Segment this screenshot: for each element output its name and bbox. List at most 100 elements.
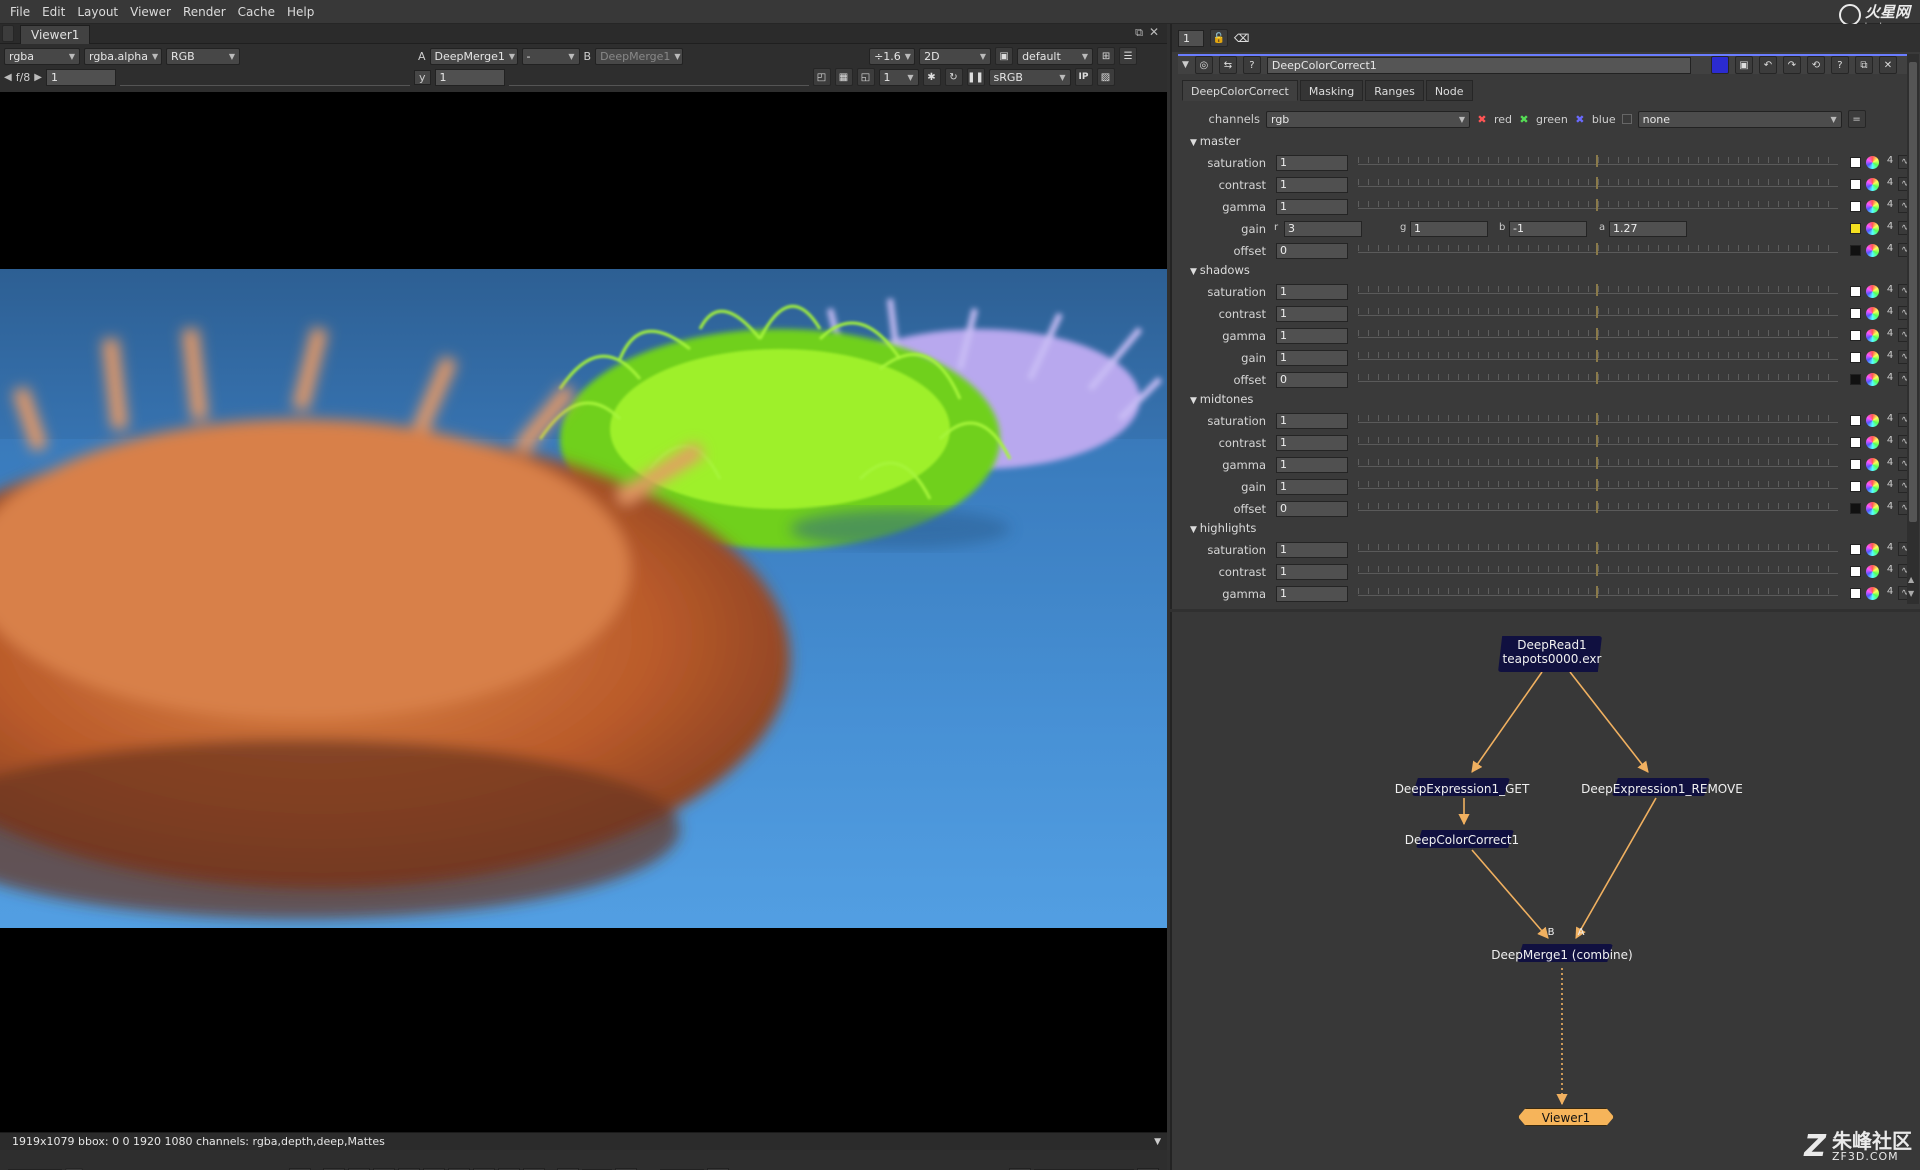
channel-count-icon[interactable]: 4	[1884, 501, 1896, 512]
knob-slider[interactable]	[1358, 435, 1838, 451]
slider-handle[interactable]	[1596, 306, 1598, 318]
color-swatch[interactable]	[1850, 588, 1861, 599]
deepcolorcorrect-node[interactable]: DeepColorCorrect1	[1372, 833, 1552, 847]
channel-count-icon[interactable]: 4	[1884, 435, 1896, 446]
slider-handle[interactable]	[1596, 199, 1598, 211]
properties-scrollbar[interactable]: ▲ ▼	[1907, 54, 1919, 604]
color-swatch[interactable]	[1850, 459, 1861, 470]
knob-value-field[interactable]: 0	[1276, 243, 1348, 259]
scroll-thumb[interactable]	[1909, 62, 1917, 522]
redo-icon[interactable]: ↷	[1782, 56, 1801, 74]
color-wheel-icon[interactable]	[1866, 543, 1879, 556]
knob-value-field[interactable]: 1	[1276, 457, 1348, 473]
color-swatch[interactable]	[1850, 201, 1861, 212]
node-color2-icon[interactable]: ▣	[1734, 56, 1753, 74]
knob-slider[interactable]	[1358, 501, 1838, 517]
color-wheel-icon[interactable]	[1866, 222, 1879, 235]
channel-count-icon[interactable]: 4	[1884, 479, 1896, 490]
fit-view-icon[interactable]: ⊞	[1097, 47, 1116, 65]
green-checkbox-icon[interactable]: ✖	[1518, 113, 1530, 126]
slider-handle[interactable]	[1596, 284, 1598, 296]
slider-handle[interactable]	[1596, 155, 1598, 167]
channel-count-icon[interactable]: 4	[1884, 564, 1896, 575]
gain-b-field[interactable]: -1	[1509, 221, 1587, 237]
knob-slider[interactable]	[1358, 284, 1838, 300]
color-swatch[interactable]	[1850, 566, 1861, 577]
scroll-up-icon[interactable]: ▲	[1908, 575, 1914, 584]
help-icon[interactable]: ?	[1830, 56, 1849, 74]
slider-handle[interactable]	[1596, 586, 1598, 598]
center-node-icon[interactable]: ◎	[1194, 56, 1213, 74]
slider-handle[interactable]	[1596, 350, 1598, 362]
knob-value-field[interactable]: 1	[1276, 284, 1348, 300]
knob-slider[interactable]	[1358, 479, 1838, 495]
mask-channel-select[interactable]: none ▼	[1637, 110, 1842, 128]
slider-handle[interactable]	[1596, 177, 1598, 189]
color-wheel-icon[interactable]	[1866, 329, 1879, 342]
color-wheel-icon[interactable]	[1866, 178, 1879, 191]
slider-handle[interactable]	[1596, 479, 1598, 491]
wipe-icon[interactable]: ▨	[1096, 68, 1115, 86]
node-color-icon[interactable]	[1710, 56, 1729, 74]
tab-deepcolorcorrect[interactable]: DeepColorCorrect	[1182, 80, 1298, 101]
color-swatch[interactable]	[1850, 157, 1861, 168]
knob-value-field[interactable]: 1	[1276, 479, 1348, 495]
lock-properties-icon[interactable]: 🔓	[1210, 29, 1228, 47]
camera-icon[interactable]: ▣	[995, 47, 1014, 65]
blue-checkbox-icon[interactable]: ✖	[1574, 113, 1586, 126]
channel-count-icon[interactable]: 4	[1884, 457, 1896, 468]
color-swatch[interactable]	[1850, 437, 1861, 448]
knob-slider[interactable]	[1358, 457, 1838, 473]
section-header-midtones[interactable]: ▼ midtones	[1190, 392, 1253, 406]
knob-slider[interactable]	[1358, 350, 1838, 366]
knob-slider[interactable]	[1358, 328, 1838, 344]
knob-value-field[interactable]: 1	[1276, 564, 1348, 580]
link-channels-button[interactable]: =	[1847, 110, 1866, 128]
color-wheel-icon[interactable]	[1866, 587, 1879, 600]
fstop-prev-icon[interactable]: ◀	[4, 72, 12, 83]
collapse-triangle-icon[interactable]: ▼	[1190, 396, 1200, 406]
knob-slider[interactable]	[1358, 199, 1838, 215]
slider-handle[interactable]	[1596, 328, 1598, 340]
refresh-icon[interactable]: ↻	[944, 68, 963, 86]
node-input-icon[interactable]: ⇆	[1218, 56, 1237, 74]
section-header-highlights[interactable]: ▼ highlights	[1190, 521, 1256, 535]
color-wheel-icon[interactable]	[1866, 480, 1879, 493]
knob-slider[interactable]	[1358, 586, 1838, 602]
knob-value-field[interactable]: 1	[1276, 177, 1348, 193]
knob-value-field[interactable]: 1	[1276, 435, 1348, 451]
knob-slider[interactable]	[1358, 306, 1838, 322]
ip-button[interactable]: IP	[1074, 68, 1093, 86]
status-dropdown-icon[interactable]: ▼	[1154, 1133, 1161, 1151]
fstop-next-icon[interactable]: ▶	[34, 72, 42, 83]
colorspace-dropdown[interactable]: sRGB ▼	[988, 68, 1071, 86]
slider-handle[interactable]	[1596, 564, 1598, 576]
slider-handle[interactable]	[1596, 542, 1598, 554]
channel-count-icon[interactable]: 4	[1884, 199, 1896, 210]
knob-slider[interactable]	[1358, 243, 1838, 259]
slider-handle[interactable]	[1596, 501, 1598, 513]
channel-count-icon[interactable]: 4	[1884, 372, 1896, 383]
knob-value-field[interactable]: 1	[1276, 586, 1348, 602]
color-swatch[interactable]	[1850, 308, 1861, 319]
deepmerge-node[interactable]: DeepMerge1 (combine)	[1462, 948, 1662, 962]
slider-handle[interactable]	[1596, 413, 1598, 425]
channel-count-icon[interactable]: 4	[1884, 413, 1896, 424]
color-wheel-icon[interactable]	[1866, 436, 1879, 449]
alpha-checkbox[interactable]	[1621, 114, 1632, 124]
downrez-icon[interactable]: ◱	[856, 68, 875, 86]
lut-dropdown[interactable]: default ▼	[1017, 47, 1094, 65]
knob-value-field[interactable]: 1	[1276, 350, 1348, 366]
slider-handle[interactable]	[1596, 457, 1598, 469]
color-swatch[interactable]	[1850, 286, 1861, 297]
color-wheel-icon[interactable]	[1866, 285, 1879, 298]
menu-file[interactable]: File	[10, 5, 30, 19]
knob-value-field[interactable]: 0	[1276, 501, 1348, 517]
gain-field[interactable]: 1	[45, 68, 116, 86]
color-wheel-icon[interactable]	[1866, 414, 1879, 427]
clear-panels-icon[interactable]: ⌫	[1234, 32, 1250, 45]
gamma-field[interactable]: 1	[434, 68, 505, 86]
knob-slider[interactable]	[1358, 542, 1838, 558]
knob-value-field[interactable]: 1	[1276, 413, 1348, 429]
knob-value-field[interactable]: 0	[1276, 372, 1348, 388]
